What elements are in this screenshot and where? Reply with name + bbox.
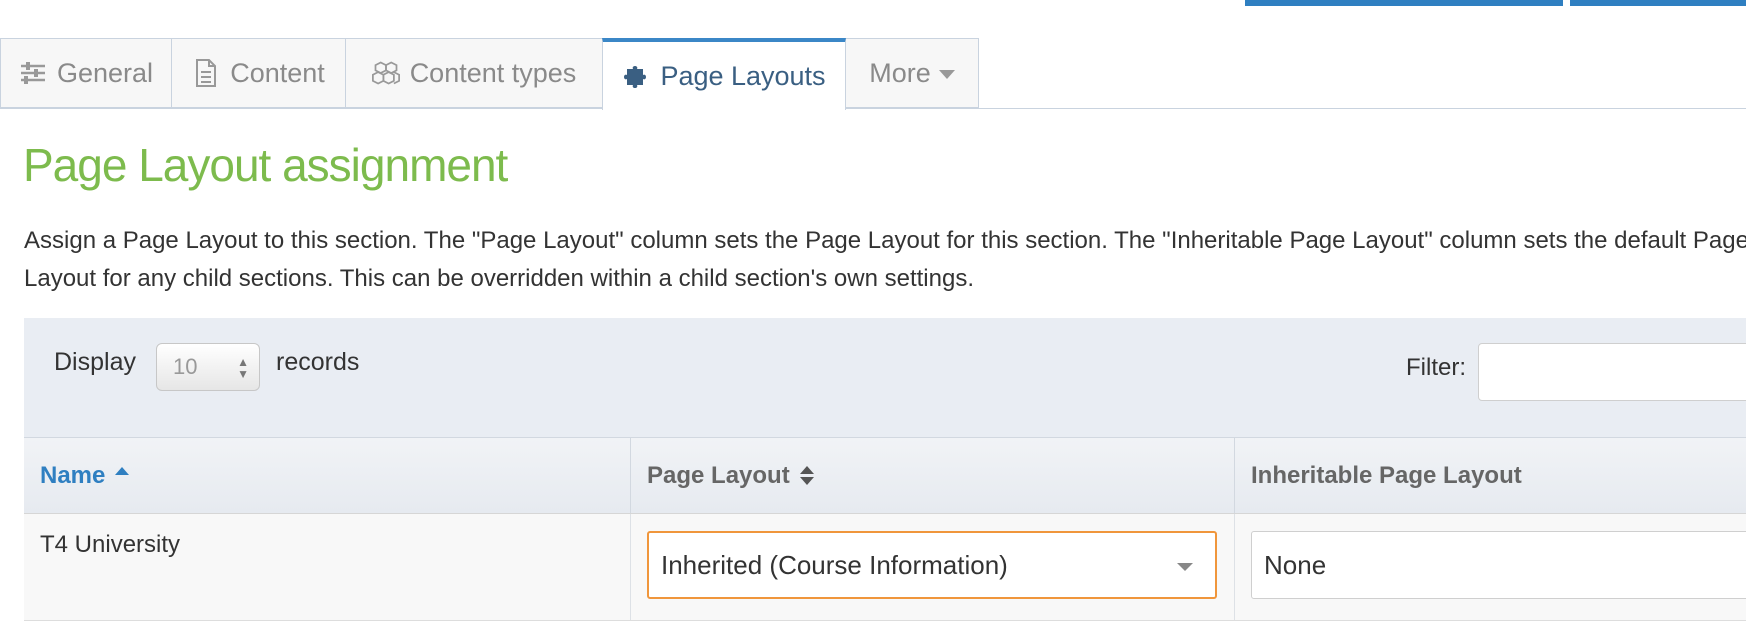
caret-down-icon bbox=[938, 69, 955, 79]
tab-page-layouts-label: Page Layouts bbox=[660, 60, 826, 91]
page-size-select[interactable]: 10 ▲ ▼ bbox=[156, 343, 260, 391]
top-action-button-1[interactable] bbox=[1245, 0, 1563, 6]
tab-general[interactable]: General bbox=[0, 38, 172, 108]
page-title: Page Layout assignment bbox=[23, 139, 508, 191]
row-page-layout-cell: Inherited (Course Information) bbox=[630, 514, 1234, 620]
inheritable-page-layout-value: None bbox=[1264, 549, 1327, 580]
column-header-inheritable-page-layout: Inheritable Page Layout bbox=[1234, 438, 1746, 513]
tab-more[interactable]: More bbox=[845, 38, 979, 108]
column-header-page-layout-label: Page Layout bbox=[647, 461, 790, 489]
filter-label: Filter: bbox=[1406, 354, 1466, 381]
page-description: Assign a Page Layout to this section. Th… bbox=[24, 227, 1746, 292]
column-header-inheritable-label: Inheritable Page Layout bbox=[1251, 461, 1522, 489]
tab-bar-baseline bbox=[0, 108, 1746, 109]
sort-both-icon bbox=[799, 465, 814, 486]
column-header-name[interactable]: Name bbox=[24, 438, 630, 513]
up-down-arrows-icon: ▲ ▼ bbox=[237, 355, 249, 381]
page-layout-select[interactable]: Inherited (Course Information) bbox=[647, 531, 1217, 599]
tab-content[interactable]: Content bbox=[171, 38, 346, 108]
tab-page-layouts[interactable]: Page Layouts bbox=[602, 38, 846, 110]
tab-bar: General Content Content types Page Layou… bbox=[0, 38, 1746, 110]
filter-input[interactable] bbox=[1478, 343, 1746, 401]
top-action-button-2[interactable] bbox=[1570, 0, 1746, 6]
page-size-value: 10 bbox=[173, 354, 198, 379]
sort-ascending-icon bbox=[115, 466, 130, 475]
column-header-page-layout[interactable]: Page Layout bbox=[630, 438, 1234, 513]
puzzle-icon bbox=[622, 62, 650, 90]
tab-content-types[interactable]: Content types bbox=[345, 38, 603, 108]
tab-general-label: General bbox=[56, 57, 154, 88]
inheritable-page-layout-select[interactable]: None bbox=[1251, 531, 1746, 599]
document-icon bbox=[192, 59, 220, 87]
table-header: Name Page Layout Inheritable Page Layout bbox=[24, 437, 1746, 515]
chevron-down-icon bbox=[1177, 563, 1193, 571]
sliders-icon bbox=[19, 59, 47, 87]
row-inheritable-layout-cell: None bbox=[1234, 514, 1746, 620]
page-layout-value: Inherited (Course Information) bbox=[661, 549, 1008, 580]
tab-content-types-label: Content types bbox=[409, 57, 577, 88]
tab-content-label: Content bbox=[230, 57, 325, 88]
tab-more-label: More bbox=[869, 57, 931, 88]
table-row: T4 University Inherited (Course Informat… bbox=[24, 514, 1746, 621]
display-label: Display bbox=[54, 348, 136, 376]
column-header-name-label: Name bbox=[40, 461, 106, 489]
row-name-cell: T4 University bbox=[24, 514, 630, 620]
row-name: T4 University bbox=[40, 531, 181, 558]
cubes-icon bbox=[371, 59, 400, 87]
records-label: records bbox=[276, 348, 360, 376]
